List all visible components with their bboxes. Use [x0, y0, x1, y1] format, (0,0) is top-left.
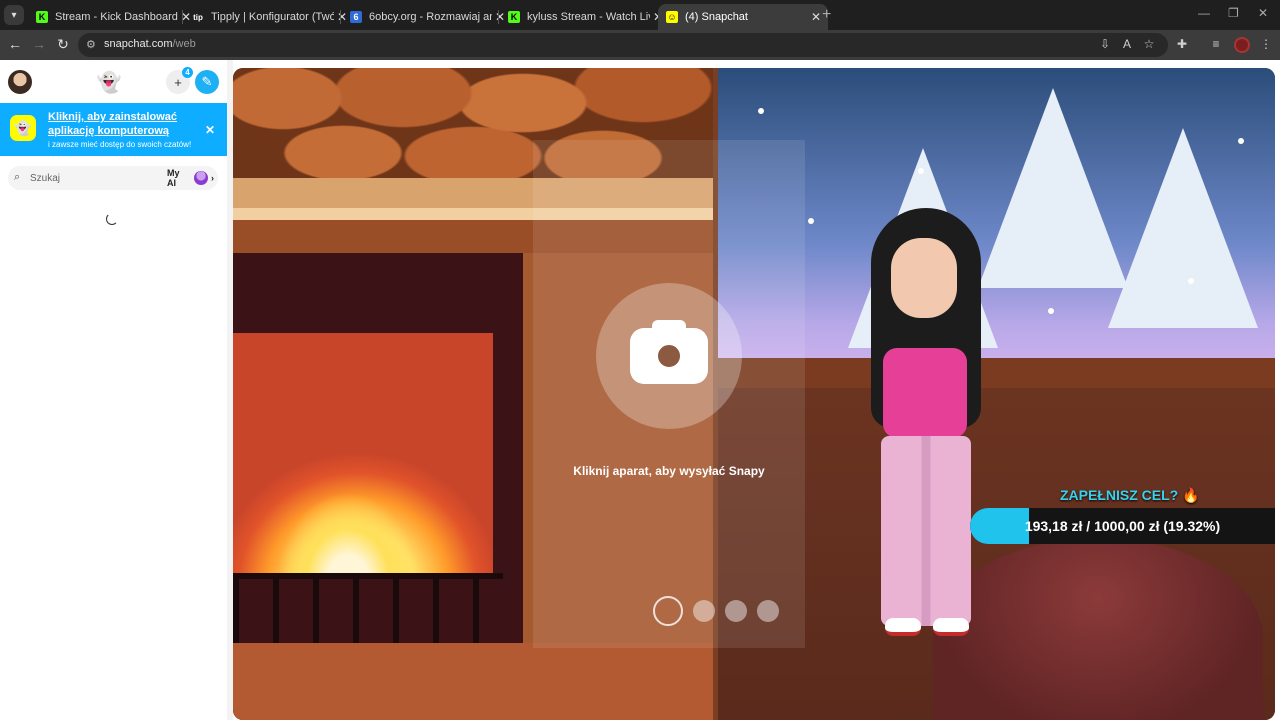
lens-none[interactable] [653, 596, 683, 626]
back-icon[interactable]: ← [6, 36, 24, 52]
forward-icon[interactable]: → [30, 36, 48, 52]
sidebar: 👻 + 4 ✎ 👻 Kliknij, aby zainstalować apli… [0, 60, 227, 720]
tab-tipply[interactable]: tip Tipply | Konfigurator (Twój cel) ✕ [184, 4, 354, 30]
reload-icon[interactable]: ↻ [54, 36, 72, 53]
search-icon: ⌕ [14, 171, 21, 183]
snowflake [1188, 278, 1194, 284]
snowy-tree [1108, 128, 1258, 328]
profile-avatar[interactable] [1234, 37, 1250, 53]
install-app-banner[interactable]: 👻 Kliknij, aby zainstalować aplikację ko… [0, 103, 227, 156]
goal-progress-text: 193,18 zł / 1000,00 zł (19.32%) [1024, 518, 1221, 534]
tab-search-menu-button[interactable]: ▾ [4, 5, 24, 25]
tab-title: Stream - Kick Dashboard [55, 11, 178, 23]
media-controls-icon[interactable]: ≡ [1208, 37, 1224, 51]
search-input[interactable] [30, 169, 150, 187]
my-ai-label: My AI [167, 168, 180, 188]
lens-option[interactable] [693, 600, 715, 622]
user-avatar[interactable] [8, 70, 32, 94]
tab-separator [498, 10, 499, 24]
loading-spinner-icon [106, 213, 118, 225]
url-path: /web [172, 38, 196, 50]
minimize-icon[interactable]: — [1198, 6, 1210, 20]
camera-icon [630, 320, 708, 384]
camera-hint: Kliknij aparat, aby wysyłać Snapy [573, 464, 765, 478]
tab-title: 6obcy.org - Rozmawiaj anonim [369, 11, 492, 23]
fireplace-grate [233, 573, 503, 643]
snowy-tree [978, 88, 1128, 288]
snowflake [918, 168, 924, 174]
snapchat-icon: ☺ [666, 11, 678, 23]
kick-icon: K [508, 11, 520, 23]
background-fire [233, 333, 493, 573]
snowflake [1238, 138, 1244, 144]
tab-separator [182, 10, 183, 24]
restore-icon[interactable]: ❐ [1228, 6, 1239, 20]
bitmoji-avatar [863, 208, 993, 648]
fire-icon: 🔥 [1182, 487, 1200, 503]
tab-kick-dashboard[interactable]: K Stream - Kick Dashboard ✕ [28, 4, 198, 30]
new-chat-icon[interactable]: ✎ [195, 70, 219, 94]
background-hearth [233, 643, 713, 720]
avatar-shoe [933, 618, 969, 636]
site-settings-icon[interactable]: ⚙ [86, 38, 96, 51]
browser-tab-bar: ▾ K Stream - Kick Dashboard ✕ tip Tipply… [0, 0, 1280, 30]
friend-requests-badge: 4 [182, 67, 193, 78]
snowflake [808, 218, 814, 224]
lens-carousel [653, 596, 779, 626]
my-ai-button[interactable]: My AI › [163, 168, 218, 188]
install-app-link[interactable]: Kliknij, aby zainstalować aplikację komp… [48, 110, 198, 138]
avatar-shirt [883, 348, 967, 438]
tab-kyluss-stream[interactable]: K kyluss Stream - Watch Live on K ✕ [500, 4, 670, 30]
kick-icon: K [36, 11, 48, 23]
snowflake [1048, 308, 1054, 314]
snapchat-logo-icon: 👻 [10, 115, 36, 141]
url-host: snapchat.com [104, 38, 173, 50]
goal-progress-bar: 193,18 zł / 1000,00 zł (19.32%) [970, 508, 1275, 544]
chevron-right-icon: › [211, 173, 214, 183]
address-bar[interactable]: ⚙ snapchat.com/web [78, 33, 1168, 57]
my-ai-avatar [194, 171, 208, 185]
6obcy-icon: 6 [350, 11, 362, 23]
tab-snapchat[interactable]: ☺ (4) Snapchat ✕ [658, 4, 828, 30]
close-window-icon[interactable]: ✕ [1258, 6, 1268, 20]
tab-title: Tipply | Konfigurator (Twój cel) [211, 11, 334, 23]
avatar-pants [881, 436, 971, 626]
url-text: snapchat.com/web [104, 38, 196, 50]
goal-title-text: ZAPEŁNISZ CEL? [1060, 487, 1179, 503]
new-tab-button[interactable]: + [822, 6, 831, 24]
lens-option[interactable] [725, 600, 747, 622]
translate-icon[interactable]: A [1119, 37, 1135, 51]
tab-6obcy[interactable]: 6 6obcy.org - Rozmawiaj anonim ✕ [342, 4, 512, 30]
camera-lens [652, 339, 686, 373]
tab-title: kyluss Stream - Watch Live on K [527, 11, 650, 23]
tipply-icon: tip [193, 12, 203, 22]
bookmark-star-icon[interactable]: ☆ [1141, 37, 1157, 51]
avatar-face [891, 238, 957, 318]
goal-widget-title: ZAPEŁNISZ CEL? 🔥 [1060, 487, 1200, 504]
install-app-icon[interactable]: ⇩ [1097, 37, 1113, 51]
lens-option[interactable] [757, 600, 779, 622]
tab-separator [340, 10, 341, 24]
snowflake [758, 108, 764, 114]
camera-stage: Kliknij aparat, aby wysyłać Snapy ZAPEŁN… [233, 68, 1275, 720]
tab-title: (4) Snapchat [685, 11, 748, 23]
close-icon[interactable]: ✕ [205, 123, 215, 137]
extensions-icon[interactable]: ✚ [1174, 37, 1190, 51]
search-bar: ⌕ My AI › [8, 166, 218, 190]
snapchat-ghost-icon[interactable]: 👻 [97, 70, 122, 94]
camera-button[interactable] [596, 283, 742, 429]
browser-toolbar: ← → ↻ ⚙ snapchat.com/web ⇩ A ☆ ✚ ≡ ⋮ [0, 30, 1280, 60]
banner-subtext: i zawsze mieć dostęp do swoich czatów! [48, 140, 192, 149]
more-menu-icon[interactable]: ⋮ [1258, 37, 1274, 51]
fire-flame-core [273, 413, 423, 573]
snapchat-web-page: 👻 + 4 ✎ 👻 Kliknij, aby zainstalować apli… [0, 60, 1280, 720]
avatar-shoe [885, 618, 921, 636]
